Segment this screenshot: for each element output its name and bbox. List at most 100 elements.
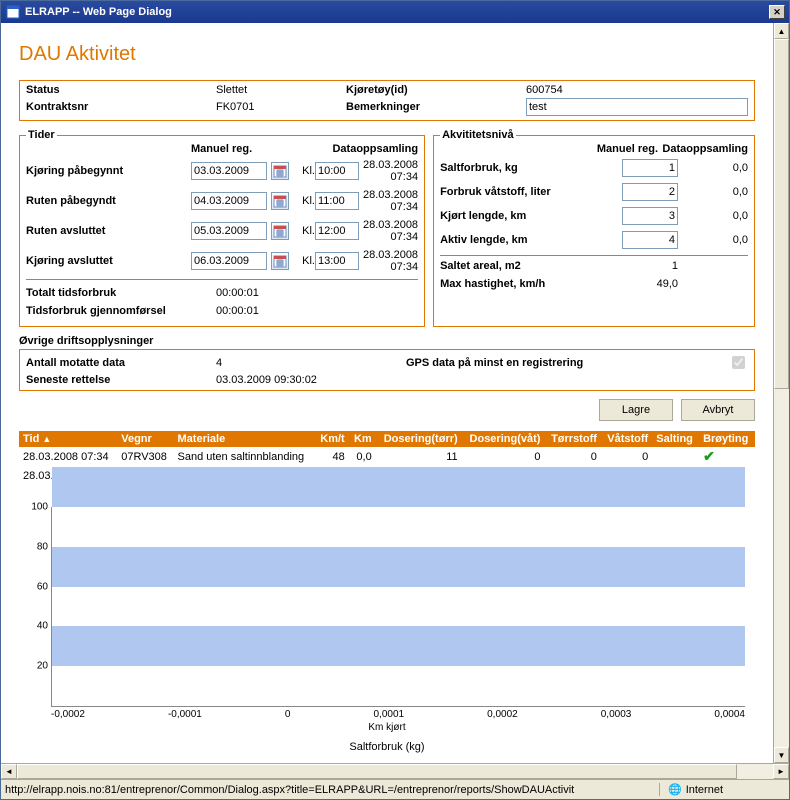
gps-checkbox [732,356,745,369]
chart-1-xlabel: Km kjørt [19,722,755,733]
tider-date-input[interactable] [191,192,267,210]
scroll-thumb[interactable] [774,39,789,389]
akv-manual-input[interactable] [622,159,678,177]
max-label: Max hastighet, km/h [440,278,618,290]
internet-icon: 🌐 [668,783,682,796]
chart-xtick: 0,0002 [487,709,518,720]
chart-xtick: 0,0003 [601,709,632,720]
through-time-value: 00:00:01 [216,305,259,317]
chart-1: Saltforbruk (l) 20406080100 -0,0002-0,00… [19,491,755,733]
contract-value: FK0701 [216,101,346,113]
cell-km: 0,0 [349,447,376,466]
close-button[interactable]: ✕ [769,5,785,19]
through-time-label: Tidsforbruk gjennomførsel [26,305,216,317]
tider-row-label: Kjøring avsluttet [26,255,191,267]
table-header[interactable]: Brøyting [699,431,755,447]
tider-date-input[interactable] [191,162,267,180]
chart-xtick: -0,0002 [51,709,85,720]
chart-xtick: -0,0001 [168,709,202,720]
count-label: Antall motatte data [26,357,216,369]
vehicle-label: Kjøretøy(id) [346,84,526,96]
chart-ytick: 40 [37,621,52,632]
cell-tid: 28.03.2008 07:34 [19,447,117,466]
save-button[interactable]: Lagre [599,399,673,421]
table-header[interactable]: Tørrstoff [544,431,600,447]
vehicle-value: 600754 [526,84,748,96]
tider-row-label: Kjøring påbegynnt [26,165,191,177]
table-header[interactable]: Km/t [315,431,349,447]
chart-ytick: 60 [37,581,52,592]
akv-manual-input[interactable] [622,231,678,249]
cancel-button[interactable]: Avbryt [681,399,755,421]
akv-manual-input[interactable] [622,207,678,225]
scroll-down-button[interactable]: ▼ [774,747,789,763]
tider-date-input[interactable] [191,222,267,240]
checkmark-icon: ✔ [703,448,715,464]
content-area: DAU Aktivitet Status Slettet Kjøretøy(id… [1,23,773,763]
remarks-input[interactable] [526,98,748,116]
tider-time-input[interactable] [315,222,359,240]
count-value: 4 [216,357,406,369]
table-header[interactable]: Våtstoff [601,431,652,447]
cell-ts: 0 [544,447,600,466]
scroll-left-button[interactable]: ◄ [1,764,17,779]
status-value: Slettet [216,84,346,96]
table-header[interactable]: Km [349,431,376,447]
tider-time-input[interactable] [315,192,359,210]
ovrige-legend: Øvrige driftsopplysninger [19,335,755,347]
tider-row-label: Ruten avsluttet [26,225,191,237]
vertical-scrollbar[interactable]: ▲ ▼ [773,23,789,763]
window-title: ELRAPP -- Web Page Dialog [25,6,769,18]
horizontal-scrollbar[interactable]: ◄ ► [1,763,789,779]
tider-time-input[interactable] [315,162,359,180]
table-header[interactable]: Dosering(tørr) [376,431,462,447]
tider-auto-value: 28.03.2008 07:34 [363,219,418,243]
max-value: 49,0 [618,278,678,290]
tider-date-input[interactable] [191,252,267,270]
cell-vegnr: 07RV308 [117,447,173,466]
table-header[interactable]: Materiale [174,431,315,447]
akv-auto-value: 0,0 [678,210,748,222]
cell-vs: 0 [601,447,652,466]
status-box: Status Slettet Kjøretøy(id) 600754 Kontr… [19,80,755,121]
cell-materiale: Sand uten saltinnblanding [174,447,315,466]
total-time-label: Totalt tidsforbruk [26,287,216,299]
gps-label: GPS data på minst en registrering [406,357,718,369]
table-header[interactable]: Tid ▲ [19,431,117,447]
akv-row-label: Aktiv lengde, km [440,234,618,246]
remarks-label: Bemerkninger [346,101,526,113]
calendar-icon[interactable] [271,162,289,180]
scroll-up-button[interactable]: ▲ [774,23,789,39]
cell-salting [652,447,699,466]
statusbar-url: http://elrapp.nois.no:81/entreprenor/Com… [1,784,659,796]
akv-row-label: Saltforbruk, kg [440,162,618,174]
calendar-icon[interactable] [271,192,289,210]
chart-ytick: 20 [37,661,52,672]
chart-xtick: 0,0001 [374,709,405,720]
table-header[interactable]: Salting [652,431,699,447]
tider-head-data: Dataoppsamling [315,143,418,155]
titlebar: ELRAPP -- Web Page Dialog ✕ [1,1,789,23]
cell-broyting: ✔ [699,447,755,466]
akv-box: Akvititetsnivå Manuel reg. Dataoppsamlin… [433,129,755,327]
akv-head-manual: Manuel reg. [578,143,658,155]
chart-ytick: 80 [37,541,52,552]
table-header[interactable]: Vegnr [117,431,173,447]
tider-time-input[interactable] [315,252,359,270]
akv-row-label: Forbruk våtstoff, liter [440,186,618,198]
chart-2-title: Saltforbruk (kg) [19,741,755,753]
scroll-right-button[interactable]: ► [773,764,789,779]
tider-auto-value: 28.03.2008 07:34 [363,189,418,213]
hscroll-thumb[interactable] [17,764,737,779]
statusbar: http://elrapp.nois.no:81/entreprenor/Com… [1,779,789,799]
kl-label: Kl. [293,165,315,177]
calendar-icon[interactable] [271,252,289,270]
akv-manual-input[interactable] [622,183,678,201]
chart-xtick: 0,0004 [714,709,745,720]
tider-box: Tider Manuel reg. Dataoppsamling Kjøring… [19,129,425,327]
akv-auto-value: 0,0 [678,186,748,198]
table-header[interactable]: Dosering(våt) [462,431,545,447]
page-title: DAU Aktivitet [19,43,755,66]
cell-dt: 11 [376,447,462,466]
calendar-icon[interactable] [271,222,289,240]
